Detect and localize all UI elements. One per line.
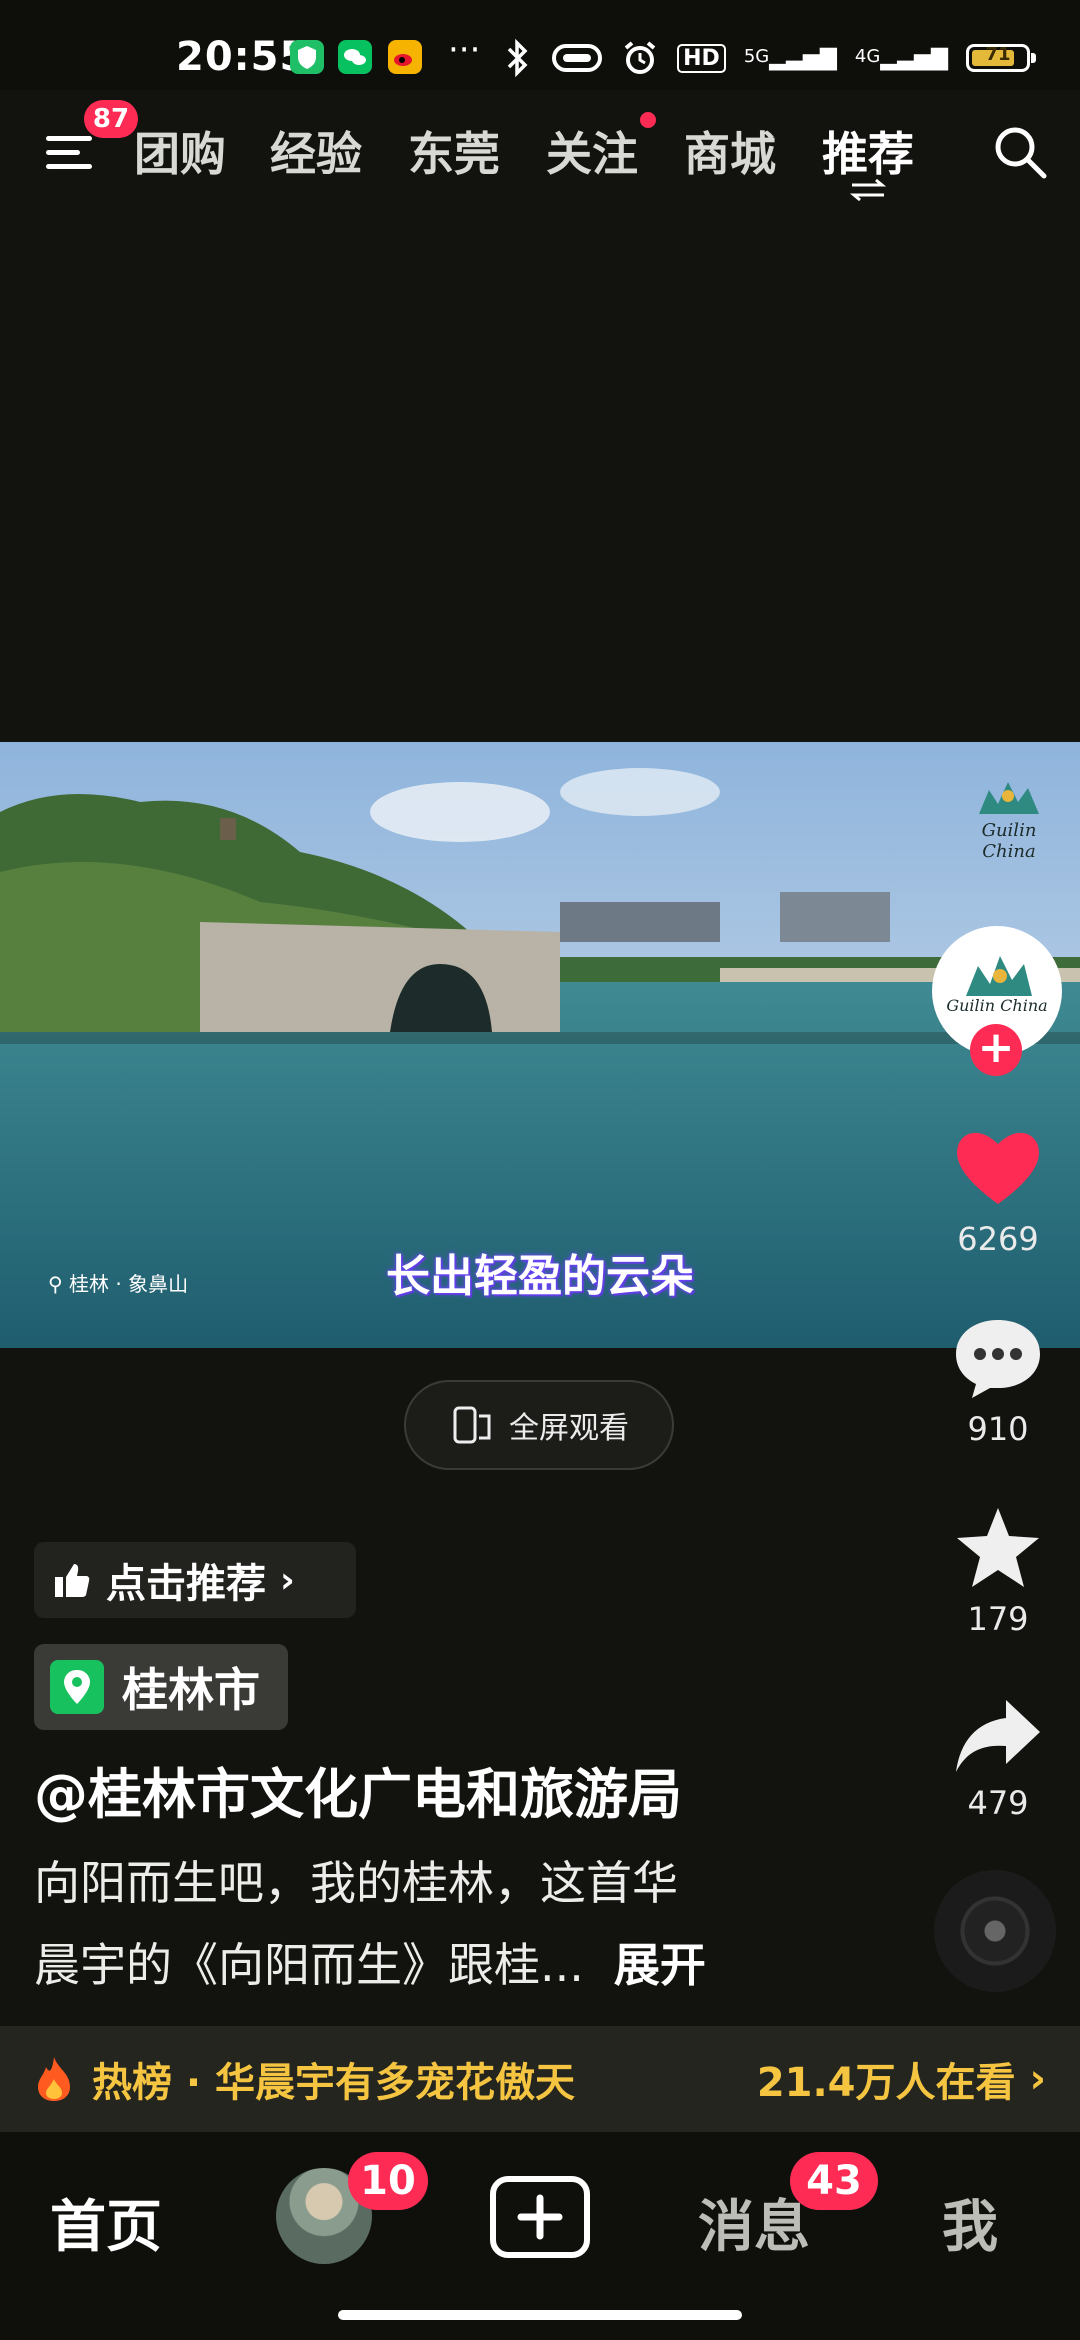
follow-button[interactable]: +	[970, 1024, 1022, 1076]
link-icon	[552, 44, 603, 72]
messages-badge: 43	[790, 2152, 878, 2210]
tab-following[interactable]: 关注	[546, 118, 638, 184]
thumbs-up-icon	[55, 1564, 90, 1597]
hot-list-label: 热榜 · 华晨宇有多宠花傲天	[92, 2060, 576, 2106]
location-chip[interactable]: 桂林市	[34, 1644, 288, 1730]
author-name[interactable]: @桂林市文化广电和旅游局	[34, 1750, 682, 1829]
following-dot	[640, 112, 656, 128]
watermark-logo-icon	[979, 782, 1039, 814]
guilin-china-watermark: Guilin China	[954, 776, 1064, 862]
flame-icon	[38, 2057, 70, 2101]
signal-4g: 4G▂▃▅▇	[854, 45, 948, 71]
create-button[interactable]	[490, 2176, 590, 2258]
hd-indicator: HD	[677, 43, 726, 73]
fullscreen-label: 全屏观看	[509, 1411, 629, 1446]
heart-icon[interactable]	[952, 1124, 1044, 1208]
nav-me[interactable]: 我	[942, 2182, 998, 2263]
battery-icon: 71	[966, 44, 1036, 72]
signal-5g: 5G▂▃▅▇	[743, 45, 837, 71]
wechat-icon	[338, 40, 372, 74]
comment-count: 910	[967, 1410, 1029, 1448]
battery-level: 71	[985, 44, 1011, 65]
search-icon[interactable]	[990, 122, 1050, 182]
alarm-icon	[624, 41, 656, 74]
status-more-icon: ···	[448, 30, 481, 70]
watermark-text: Guilin China	[981, 820, 1037, 862]
switch-arrows-icon	[849, 178, 887, 202]
menu-icon[interactable]	[46, 128, 92, 174]
description-line-1: 向阳而生吧，我的桂林，这首华	[34, 1856, 678, 1910]
like-count: 6269	[957, 1220, 1039, 1258]
recommend-label: 点击推荐	[106, 1561, 266, 1607]
video-location-text: 桂林 · 象鼻山	[69, 1272, 189, 1296]
tab-group-buy[interactable]: 团购	[134, 118, 226, 184]
nav-home[interactable]: 首页	[50, 2182, 162, 2263]
video-description: 向阳而生吧，我的桂林，这首华 晨宇的《向阳而生》跟桂... 展开	[34, 1842, 874, 2006]
menu-badge: 87	[84, 100, 138, 138]
music-disc-icon[interactable]	[934, 1870, 1056, 1992]
location-label: 桂林市	[122, 1663, 260, 1717]
tab-recommend[interactable]: 推荐	[822, 118, 914, 184]
hot-list-bar[interactable]: 热榜 · 华晨宇有多宠花傲天 21.4万人在看 ›	[0, 2026, 1080, 2132]
home-indicator	[338, 2310, 742, 2320]
tab-experience[interactable]: 经验	[270, 118, 362, 184]
weibo-icon	[388, 40, 422, 74]
tab-dongguan[interactable]: 东莞	[408, 118, 500, 184]
description-line-2: 晨宇的《向阳而生》跟桂...	[34, 1938, 584, 1992]
expand-button[interactable]: 展开	[614, 1938, 706, 1992]
map-pin-icon	[50, 1660, 104, 1714]
share-icon[interactable]	[952, 1694, 1044, 1778]
video-location-tag: ⚲ 桂林 · 象鼻山	[48, 1268, 188, 1297]
plus-icon	[517, 2194, 563, 2240]
rotate-phone-icon	[453, 1406, 491, 1444]
viewer-count: 21.4万人在看 ›	[757, 2050, 1046, 2108]
favorite-count: 179	[967, 1600, 1029, 1638]
recommend-button[interactable]: 点击推荐 ›	[34, 1542, 356, 1618]
friends-badge: 10	[348, 2152, 428, 2210]
shield-app-icon	[290, 40, 324, 74]
chevron-right-icon: ›	[280, 1559, 295, 1601]
status-indicators: HD 5G▂▃▅▇ 4G▂▃▅▇ 71	[503, 36, 1036, 80]
author-avatar-text: Guilin China	[946, 996, 1048, 1015]
pin-icon: ⚲	[48, 1272, 63, 1296]
fullscreen-button[interactable]: 全屏观看	[404, 1380, 674, 1470]
comment-icon[interactable]	[952, 1316, 1044, 1400]
share-count: 479	[967, 1784, 1029, 1822]
status-time: 20:55	[176, 34, 309, 80]
bluetooth-icon	[507, 38, 528, 78]
star-icon[interactable]	[952, 1504, 1044, 1592]
chevron-right-icon: ›	[1029, 2056, 1046, 2102]
viewer-count-text: 21.4万人在看	[756, 2060, 1016, 2106]
tab-mall[interactable]: 商城	[684, 118, 776, 184]
